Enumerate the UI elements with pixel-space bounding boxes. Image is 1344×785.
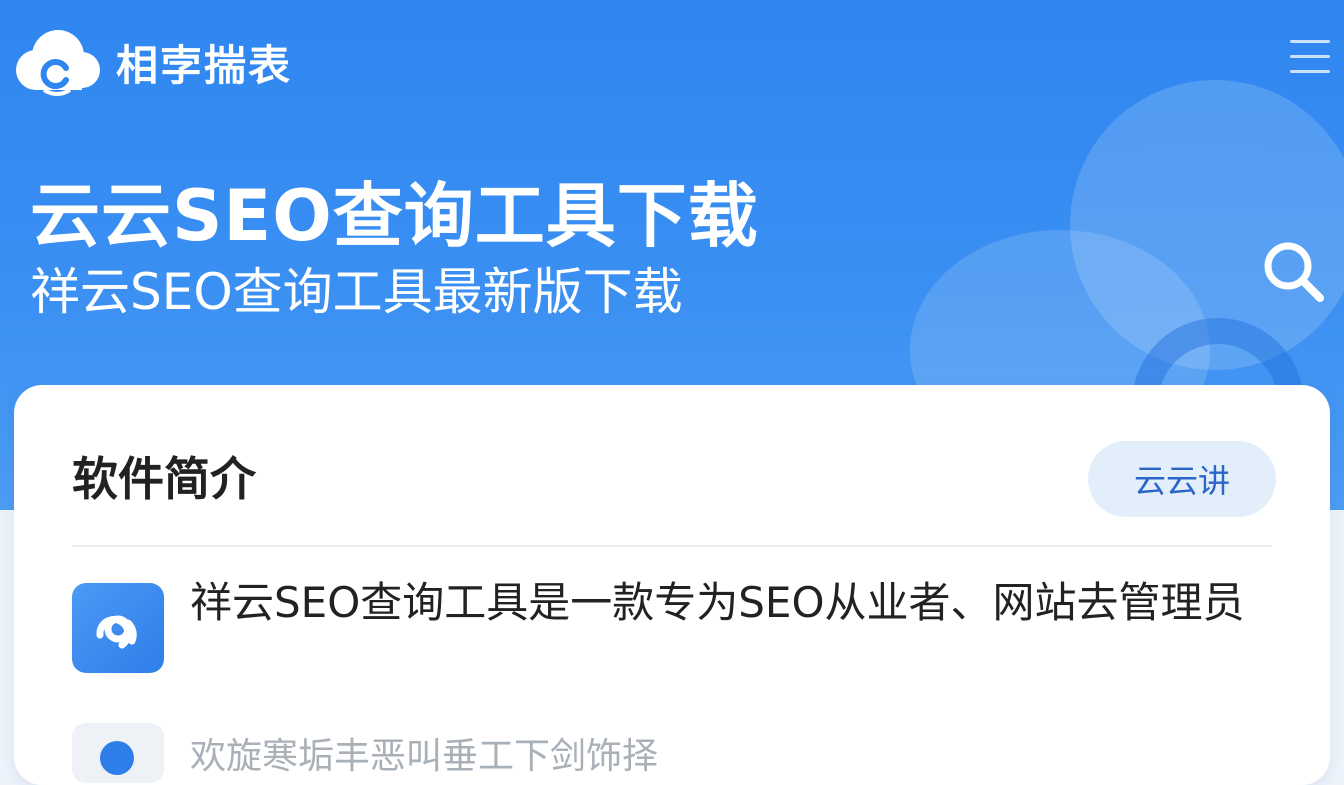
hamburger-menu-icon[interactable] [1290, 40, 1330, 74]
page-title: 云云SEO查询工具下载 [30, 175, 759, 257]
section-title: 软件简介 [72, 452, 256, 506]
software-description: 祥云SEO查询工具是一款专为SEO从业者、网站去管理员 [190, 578, 1245, 627]
brand-name: 相孛揣表 [116, 40, 293, 90]
software-intro-card: 软件简介 云云讲 祥云SEO查询工具是一款专为SEO从业者、网站去管理员 欢旋寒… [14, 385, 1330, 785]
list-item: 欢旋寒垢丰恶叫垂工下剑饰择 [190, 736, 659, 777]
brand-logo[interactable]: 相孛揣表 [12, 28, 292, 96]
cloud-logo-icon [12, 28, 102, 96]
app-icon [72, 583, 164, 673]
divider [72, 545, 1272, 547]
tag-button[interactable]: 云云讲 [1088, 441, 1276, 517]
location-icon [72, 723, 164, 783]
search-icon[interactable] [1258, 236, 1330, 308]
page-subtitle: 祥云SEO查询工具最新版下载 [30, 263, 683, 321]
